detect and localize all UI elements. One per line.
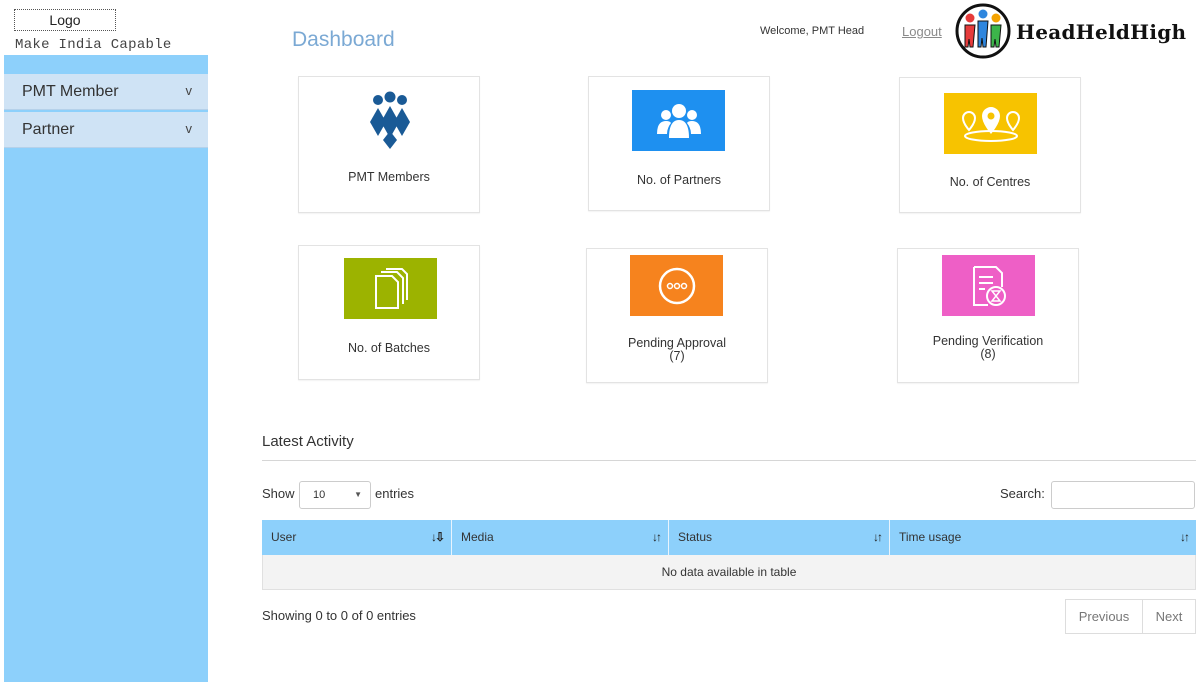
card-label: PMT Members xyxy=(348,170,430,184)
column-header-time-usage[interactable]: Time usage ↓↑ xyxy=(890,520,1196,555)
card-pending-verification[interactable]: Pending Verification (8) xyxy=(897,248,1079,383)
more-dots-icon xyxy=(630,255,723,316)
card-label: No. of Centres xyxy=(949,175,1031,189)
show-label: Show xyxy=(262,486,295,501)
entries-select-value: 10 xyxy=(313,489,326,501)
sidebar: PMT Member v Partner v xyxy=(4,55,208,682)
next-button[interactable]: Next xyxy=(1142,599,1196,634)
card-label: No. of Partners xyxy=(636,173,722,187)
people-group-icon xyxy=(357,91,423,149)
sort-icon: ↓↑ xyxy=(873,530,883,544)
tagline: Make India Capable xyxy=(15,37,172,53)
search-label: Search: xyxy=(1000,486,1045,501)
column-header-user[interactable]: User ↓⇩ xyxy=(262,520,452,555)
sidebar-item-label: Partner xyxy=(22,121,75,138)
column-header-label: User xyxy=(271,530,297,544)
card-count: (8) xyxy=(980,347,996,361)
card-count: (7) xyxy=(669,349,685,363)
sidebar-item-pmt-member[interactable]: PMT Member v xyxy=(4,74,208,110)
column-header-status[interactable]: Status ↓↑ xyxy=(669,520,890,555)
card-centres[interactable]: No. of Centres xyxy=(899,77,1081,213)
section-title: Latest Activity xyxy=(262,433,354,450)
table-row-empty: No data available in table xyxy=(262,555,1196,590)
document-timer-icon xyxy=(942,255,1035,316)
table-header: User ↓⇩ Media ↓↑ Status ↓↑ Time usage ↓↑ xyxy=(262,520,1196,555)
welcome-text: Welcome, PMT Head xyxy=(760,25,865,37)
column-header-label: Time usage xyxy=(899,530,962,544)
page-title: Dashboard xyxy=(292,28,395,51)
card-label: No. of Batches xyxy=(348,341,430,355)
column-header-media[interactable]: Media ↓↑ xyxy=(452,520,669,555)
section-divider xyxy=(262,460,1196,461)
logo-placeholder: Logo xyxy=(14,9,116,31)
chevron-down-icon: v xyxy=(185,121,193,136)
table-info: Showing 0 to 0 of 0 entries xyxy=(262,608,416,623)
users-icon xyxy=(632,90,725,151)
card-pmt-members[interactable]: PMT Members xyxy=(298,76,480,213)
search-input[interactable] xyxy=(1051,481,1195,509)
sidebar-item-label: PMT Member xyxy=(22,83,119,100)
column-header-label: Status xyxy=(678,530,713,544)
location-pins-icon xyxy=(944,93,1037,154)
caret-down-icon: ▼ xyxy=(354,490,362,499)
sidebar-item-partner[interactable]: Partner v xyxy=(4,112,208,148)
sort-icon: ↓↑ xyxy=(1180,530,1190,544)
entries-select[interactable]: 10 ▼ xyxy=(299,481,371,509)
previous-button[interactable]: Previous xyxy=(1065,599,1143,634)
chevron-down-icon: v xyxy=(185,83,193,98)
sort-icon: ↓↑ xyxy=(652,530,662,544)
sort-ascending-icon: ↓⇩ xyxy=(430,530,445,544)
entries-label: entries xyxy=(375,486,415,501)
partner-emblem-icon xyxy=(955,3,1011,59)
partner-brand-name: HeadHeldHigh xyxy=(1016,20,1187,44)
card-batches[interactable]: No. of Batches xyxy=(298,245,480,380)
card-pending-approval[interactable]: Pending Approval (7) xyxy=(586,248,768,383)
column-header-label: Media xyxy=(461,530,494,544)
card-partners[interactable]: No. of Partners xyxy=(588,76,770,211)
documents-icon xyxy=(344,258,437,319)
logout-link[interactable]: Logout xyxy=(902,24,942,39)
